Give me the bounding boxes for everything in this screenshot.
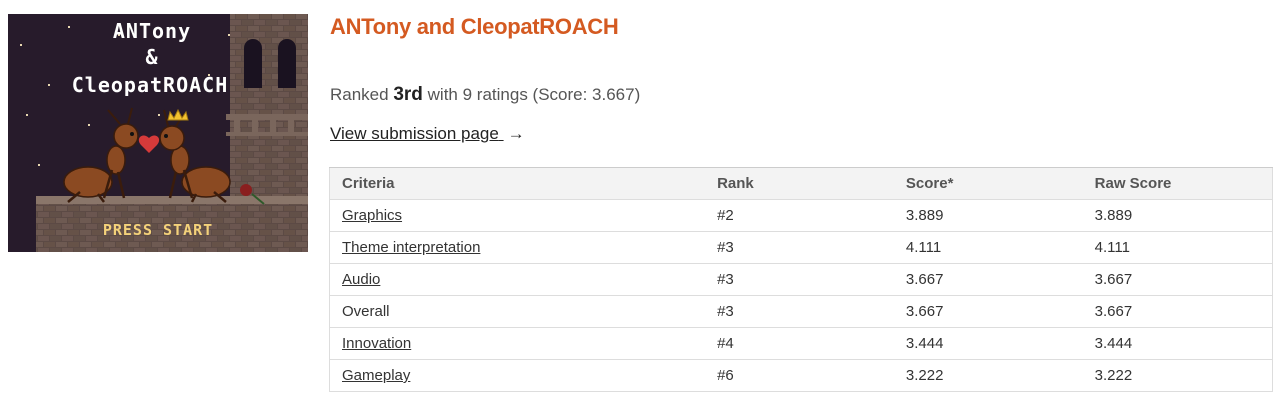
game-cover-art: ANTony & CleopatROACH PRESS START — [8, 14, 308, 252]
score-cell: 3.889 — [893, 199, 1083, 232]
ranking-summary: Ranked 3rd with 9 ratings (Score: 3.667) — [330, 84, 640, 106]
criteria-cell: Theme interpretation — [329, 231, 706, 264]
rank-cell: #6 — [705, 359, 894, 392]
ranking-place: 3rd — [393, 84, 423, 105]
criteria-link-innovation[interactable]: Innovation — [342, 335, 411, 352]
castle-tower — [226, 14, 308, 204]
table-row: Overall #3 3.667 3.667 — [329, 295, 1273, 328]
thumbnail-title-line2: & — [145, 45, 158, 69]
thumbnail-title-line1: ANTony — [113, 19, 191, 43]
game-title: ANTony and CleopatROACH — [330, 14, 619, 39]
header-score: Score* — [893, 167, 1083, 200]
rank-cell: #3 — [705, 263, 894, 296]
table-header-row: Criteria Rank Score* Raw Score — [329, 167, 1273, 200]
criteria-link-graphics[interactable]: Graphics — [342, 207, 402, 224]
rank-cell: #3 — [705, 231, 894, 264]
press-start-text: PRESS START — [103, 221, 213, 239]
table-row: Audio #3 3.667 3.667 — [329, 263, 1273, 296]
raw-score-cell: 3.667 — [1082, 263, 1273, 296]
criteria-cell: Innovation — [329, 327, 706, 360]
ranking-prefix: Ranked — [330, 85, 389, 104]
criteria-cell-overall: Overall — [329, 295, 706, 328]
score-cell: 3.667 — [893, 295, 1083, 328]
raw-score-cell: 3.222 — [1082, 359, 1273, 392]
criteria-cell: Graphics — [329, 199, 706, 232]
raw-score-cell: 3.889 — [1082, 199, 1273, 232]
table-row: Innovation #4 3.444 3.444 — [329, 327, 1273, 360]
score-cell: 3.222 — [893, 359, 1083, 392]
score-cell: 3.444 — [893, 327, 1083, 360]
raw-score-cell: 4.111 — [1082, 231, 1273, 264]
header-criteria: Criteria — [329, 167, 706, 200]
header-raw-score: Raw Score — [1082, 167, 1273, 200]
view-submission-label: View submission page — [330, 124, 499, 143]
criteria-link-audio[interactable]: Audio — [342, 271, 380, 288]
view-submission-link[interactable]: View submission page → — [330, 124, 525, 144]
ranking-suffix: with 9 ratings (Score: 3.667) — [427, 85, 641, 104]
raw-score-cell: 3.444 — [1082, 327, 1273, 360]
criteria-link-gameplay[interactable]: Gameplay — [342, 367, 410, 384]
score-cell: 4.111 — [893, 231, 1083, 264]
raw-score-cell: 3.667 — [1082, 295, 1273, 328]
criteria-cell: Gameplay — [329, 359, 706, 392]
game-thumbnail[interactable]: ANTony & CleopatROACH PRESS START — [8, 14, 308, 252]
table-row: Gameplay #6 3.222 3.222 — [329, 359, 1273, 392]
score-cell: 3.667 — [893, 263, 1083, 296]
criteria-cell: Audio — [329, 263, 706, 296]
criteria-link-theme-interpretation[interactable]: Theme interpretation — [342, 239, 480, 256]
table-row: Graphics #2 3.889 3.889 — [329, 199, 1273, 232]
thumbnail-title-line3: CleopatROACH — [72, 73, 229, 97]
rank-cell: #3 — [705, 295, 894, 328]
arrow-right-icon: → — [507, 124, 525, 143]
table-row: Theme interpretation #3 4.111 4.111 — [329, 231, 1273, 264]
rank-cell: #2 — [705, 199, 894, 232]
header-rank: Rank — [705, 167, 894, 200]
rank-cell: #4 — [705, 327, 894, 360]
criteria-table: Criteria Rank Score* Raw Score Graphics … — [329, 167, 1273, 392]
